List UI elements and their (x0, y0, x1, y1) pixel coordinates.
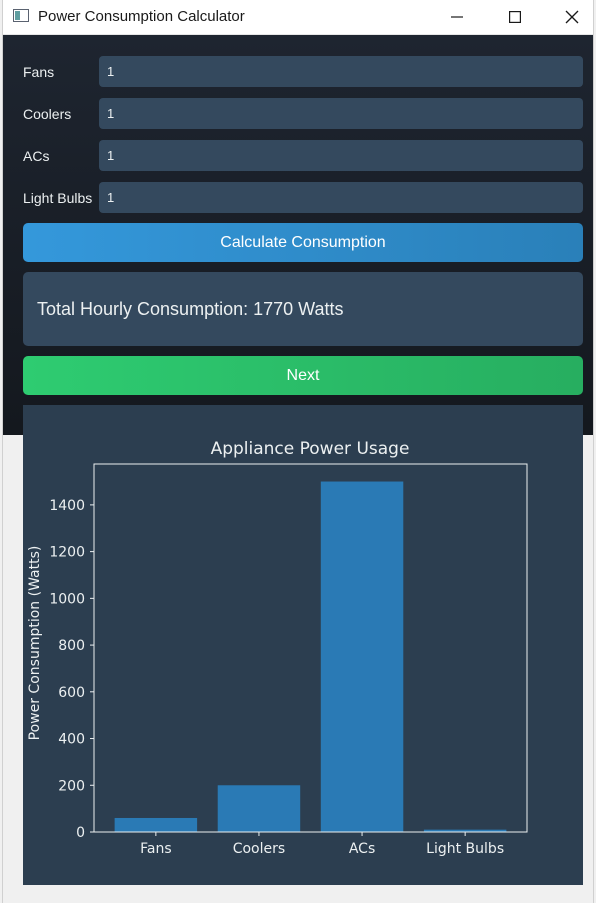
maximize-button[interactable] (492, 0, 538, 34)
next-button[interactable]: Next (23, 356, 583, 395)
y-tick-label: 1000 (49, 591, 85, 607)
x-tick-label: Fans (140, 841, 172, 857)
window-title: Power Consumption Calculator (38, 8, 245, 25)
y-tick-label: 600 (58, 685, 85, 701)
y-tick-label: 1200 (49, 545, 85, 561)
minimize-button[interactable] (434, 0, 480, 34)
y-tick-label: 1400 (49, 498, 85, 514)
chart-panel: Appliance Power Usage Power Consumption … (23, 405, 583, 885)
coolers-label: Coolers (23, 106, 72, 122)
close-icon (565, 10, 579, 24)
app-icon (13, 9, 29, 22)
acs-input[interactable] (99, 140, 583, 171)
y-tick-label: 800 (58, 638, 85, 654)
calculate-button[interactable]: Calculate Consumption (23, 223, 583, 262)
fans-input[interactable] (99, 56, 583, 87)
bar-acs (320, 481, 404, 832)
title-bar[interactable]: Power Consumption Calculator (3, 0, 593, 35)
result-panel: Total Hourly Consumption: 1770 Watts (23, 272, 583, 346)
bar-coolers (217, 785, 301, 832)
y-axis-label: Power Consumption (Watts) (27, 546, 43, 741)
y-tick-label: 400 (58, 732, 85, 748)
y-tick-label: 200 (58, 778, 85, 794)
power-usage-chart: Appliance Power Usage Power Consumption … (27, 439, 528, 857)
y-tick-label: 0 (76, 825, 85, 841)
light-bulbs-label: Light Bulbs (23, 190, 93, 206)
total-consumption-text: Total Hourly Consumption: 1770 Watts (37, 299, 344, 319)
close-button[interactable] (549, 0, 595, 34)
bar-fans (114, 817, 198, 832)
plot-frame (93, 463, 528, 833)
x-tick-label: Light Bulbs (426, 841, 504, 857)
x-tick-label: ACs (349, 841, 375, 857)
fans-label: Fans (23, 64, 55, 80)
light-bulbs-input[interactable] (99, 182, 583, 213)
coolers-input[interactable] (99, 98, 583, 129)
minimize-icon (451, 16, 463, 18)
maximize-icon (509, 11, 521, 23)
acs-label: ACs (23, 148, 50, 164)
x-tick-label: Coolers (233, 841, 285, 857)
app-window: Power Consumption Calculator Fans Cooler… (2, 0, 594, 903)
chart-title: Appliance Power Usage (211, 439, 410, 459)
